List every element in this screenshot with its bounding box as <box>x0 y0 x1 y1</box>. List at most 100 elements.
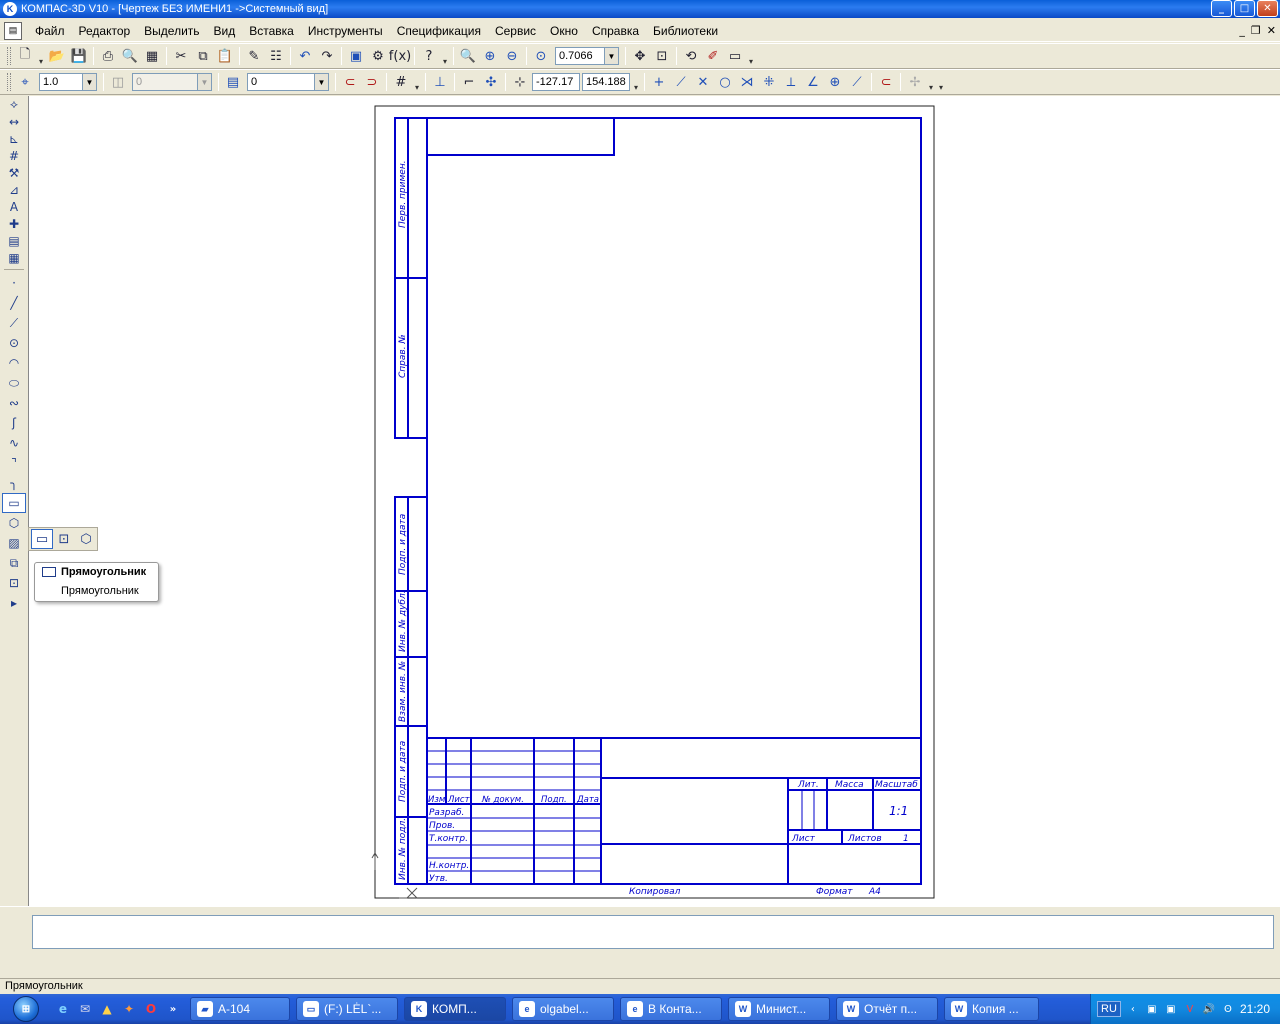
menu-select[interactable]: Выделить <box>137 20 206 42</box>
menu-editor[interactable]: Редактор <box>72 20 138 42</box>
circle-tool-icon[interactable]: ⊙ <box>2 333 26 353</box>
snap-alignment-icon[interactable]: ⟂ <box>780 71 802 93</box>
polygon-icon[interactable]: ⬡ <box>75 529 97 549</box>
properties-icon[interactable]: ☷ <box>265 45 287 67</box>
new-dropdown-icon[interactable]: ▾ <box>36 57 46 66</box>
snap-on-curve-icon[interactable]: ⟋ <box>846 71 868 93</box>
menu-help[interactable]: Справка <box>585 20 646 42</box>
equidistant-tool-icon[interactable]: ⧉ <box>2 553 26 573</box>
library-manager-icon[interactable]: ⚙ <box>367 45 389 67</box>
taskbar-item-olgabel[interactable]: e olgabel... <box>512 997 614 1021</box>
taskbar-item-minist[interactable]: W Минист... <box>728 997 830 1021</box>
snap-center-icon[interactable]: ⊕ <box>824 71 846 93</box>
snap-intersection-icon[interactable]: ✕ <box>692 71 714 93</box>
minimize-button[interactable]: _ <box>1211 0 1232 17</box>
chevron-down-icon[interactable]: ▼ <box>604 48 618 64</box>
toolbar-overflow-icon[interactable]: ▾ <box>631 83 641 92</box>
snap-dropdown-icon[interactable]: ▾ <box>926 83 936 92</box>
redo-icon[interactable]: ↷ <box>316 45 338 67</box>
new-document-icon[interactable]: 🗋 <box>14 45 36 67</box>
bluetooth-icon[interactable]: ʘ <box>1221 1002 1235 1016</box>
layer-combo[interactable]: 0 ▼ <box>247 73 329 91</box>
snap-grid-points-icon[interactable]: ⁜ <box>758 71 780 93</box>
variables-fx-icon[interactable]: f(x) <box>389 45 411 67</box>
tool-quicklaunch-icon[interactable]: ✦ <box>118 997 140 1021</box>
ortho-mode-icon[interactable]: ⌐ <box>458 71 480 93</box>
doc-restore-icon[interactable]: ❐ <box>1251 24 1261 37</box>
geometry-panel-icon[interactable]: ⟡ <box>2 96 26 113</box>
parametrization-panel-icon[interactable]: ⚒ <box>2 164 26 181</box>
selection-panel-icon[interactable]: A <box>2 198 26 215</box>
menu-tools[interactable]: Инструменты <box>301 20 390 42</box>
taskbar-item-kompas[interactable]: K КОМП... <box>404 997 506 1021</box>
copy-icon[interactable]: ⧉ <box>192 45 214 67</box>
format-painter-icon[interactable]: ✎ <box>243 45 265 67</box>
clock[interactable]: 21:20 <box>1240 1002 1270 1016</box>
help-pointer-icon[interactable]: ? <box>418 45 440 67</box>
opera-quicklaunch-icon[interactable]: O <box>140 997 162 1021</box>
document-menu-icon[interactable]: ▤ <box>4 21 22 40</box>
editing-panel-icon[interactable]: # <box>2 147 26 164</box>
show-all-icon[interactable]: ⊡ <box>651 45 673 67</box>
ellipse-tool-icon[interactable]: ⬭ <box>2 373 26 393</box>
network2-icon[interactable]: ▣ <box>1164 1002 1178 1016</box>
toolbar-overflow-icon[interactable]: ▾ <box>746 57 756 66</box>
point-tool-icon[interactable]: · <box>2 273 26 293</box>
taskbar-item-otchet[interactable]: W Отчёт п... <box>836 997 938 1021</box>
menu-libraries[interactable]: Библиотеки <box>646 20 725 42</box>
doc-close-icon[interactable]: ✕ <box>1267 24 1276 37</box>
zoom-out-icon[interactable]: ⊖ <box>501 45 523 67</box>
maximize-button[interactable]: □ <box>1234 0 1255 17</box>
local-cs-icon[interactable]: ⊥ <box>429 71 451 93</box>
language-indicator[interactable]: RU <box>1097 1001 1121 1017</box>
print-icon[interactable]: ⎙ <box>97 45 119 67</box>
expand-panel-icon[interactable]: ▸ <box>2 593 26 613</box>
network-icon[interactable]: ▣ <box>1145 1002 1159 1016</box>
auxiliary-line-icon[interactable]: ╱ <box>2 293 26 313</box>
rectangle-icon[interactable]: ▭ <box>31 529 53 549</box>
window-titlebar[interactable]: K КОМПАС-3D V10 - [Чертеж БЕЗ ИМЕНИ1 ->С… <box>0 0 1280 18</box>
snap-midpoint-icon[interactable]: ⟋ <box>670 71 692 93</box>
drawing-canvas[interactable]: Перв. примен. Справ. № Подп. и дата Инв.… <box>28 96 1280 906</box>
snap-normal-icon[interactable]: ⋊ <box>736 71 758 93</box>
snap-tangent-icon[interactable]: ○ <box>714 71 736 93</box>
ie-quicklaunch-icon[interactable]: e <box>52 997 74 1021</box>
step-combo[interactable]: 1.0 ▼ <box>39 73 97 91</box>
contour-tool-icon[interactable]: ⬡ <box>2 513 26 533</box>
dimensions-panel-icon[interactable]: ↔ <box>2 113 26 130</box>
specification-panel-icon[interactable]: ▤ <box>2 232 26 249</box>
taskbar-item-kopiya[interactable]: W Копия ... <box>944 997 1039 1021</box>
save-icon[interactable]: 💾 <box>68 45 90 67</box>
pan-icon[interactable]: ✥ <box>629 45 651 67</box>
print-preview-icon[interactable]: 🔍 <box>119 45 141 67</box>
open-folder-icon[interactable]: 📂 <box>46 45 68 67</box>
paste-icon[interactable]: 📋 <box>214 45 236 67</box>
undo-icon[interactable]: ↶ <box>294 45 316 67</box>
measurements-panel-icon[interactable]: ⊿ <box>2 181 26 198</box>
properties-panel[interactable] <box>32 915 1274 949</box>
chevron-down-icon[interactable]: ▼ <box>82 74 96 90</box>
zoom-in-icon[interactable]: ⊕ <box>479 45 501 67</box>
cursor-x-field[interactable]: -127.17 <box>532 73 580 91</box>
display-icon[interactable]: ▭ <box>724 45 746 67</box>
menu-view[interactable]: Вид <box>207 20 243 42</box>
parametric-mode-icon[interactable]: ✣ <box>480 71 502 93</box>
menu-specification[interactable]: Спецификация <box>390 20 488 42</box>
menu-insert[interactable]: Вставка <box>242 20 301 42</box>
snap-magnet-icon[interactable]: ⊂ <box>339 71 361 93</box>
cursor-y-field[interactable]: 154.188 <box>582 73 630 91</box>
rectangle-tool-icon[interactable]: ▭ <box>2 493 26 513</box>
close-button[interactable]: ✕ <box>1257 0 1278 17</box>
antivirus-icon[interactable]: V <box>1183 1002 1197 1016</box>
manager-icon[interactable]: ▣ <box>345 45 367 67</box>
fillet-tool-icon[interactable]: ╮ <box>2 473 26 493</box>
zoom-combo[interactable]: 0.7066 ▼ <box>555 47 619 65</box>
polyline-tool-icon[interactable]: ∾ <box>2 393 26 413</box>
start-button[interactable]: ⊞ <box>0 994 52 1024</box>
app-quicklaunch-icon[interactable]: ▲ <box>96 997 118 1021</box>
tray-expand-icon[interactable]: ‹ <box>1126 1002 1140 1016</box>
associative-views-panel-icon[interactable]: ✚ <box>2 215 26 232</box>
taskbar-item-vkontakte[interactable]: eВ Конта... <box>620 997 722 1021</box>
edit-icon[interactable]: ✐ <box>702 45 724 67</box>
volume-icon[interactable]: 🔊 <box>1202 1002 1216 1016</box>
